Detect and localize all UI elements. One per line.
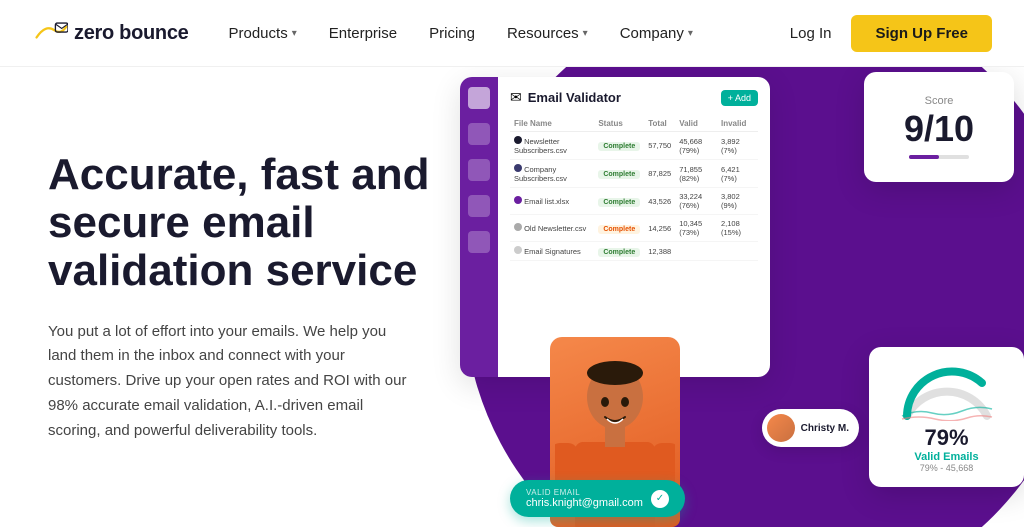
email-table: File Name Status Total Valid Invalid New…: [510, 116, 758, 261]
table-header: File Name Status Total Valid Invalid: [510, 116, 758, 132]
navbar: zero bounce Products ▾ Enterprise Pricin…: [0, 0, 1024, 67]
email-icon: ✉: [510, 89, 522, 106]
nav-pricing[interactable]: Pricing: [429, 25, 475, 42]
sidebar-icon-2: [468, 123, 490, 145]
hero-right: ✉ Email Validator + Add File Name Status…: [430, 67, 1024, 527]
score-bar: [909, 155, 969, 159]
sidebar-icon-1: [468, 87, 490, 109]
valid-email-label: VALID EMAIL: [526, 488, 643, 497]
hero-heading: Accurate, fast and secure email validati…: [48, 151, 430, 296]
score-value: 9/10: [904, 111, 974, 147]
gauge-percentage: 79%: [924, 425, 968, 451]
add-button[interactable]: + Add: [721, 90, 758, 106]
sidebar-icon-5: [468, 231, 490, 253]
score-bar-fill: [909, 155, 939, 159]
gauge-card: 79% Valid Emails 79% - 45,668: [869, 347, 1024, 487]
dashboard-title: Email Validator: [528, 90, 621, 105]
chevron-down-icon: ▾: [583, 28, 588, 39]
table-row: Company Subscribers.csv Complete 87,825 …: [510, 160, 758, 188]
table-row: Old Newsletter.csv Complete 14,256 10,34…: [510, 215, 758, 242]
nav-actions: Log In Sign Up Free: [790, 15, 992, 52]
login-button[interactable]: Log In: [790, 25, 832, 42]
chevron-down-icon: ▾: [688, 28, 693, 39]
table-body: Newsletter Subscribers.csv Complete 57,7…: [510, 132, 758, 261]
score-card: Score 9/10: [864, 72, 1014, 182]
gauge-detail: 79% - 45,668: [920, 463, 974, 473]
check-icon: ✓: [651, 490, 669, 508]
nav-resources[interactable]: Resources ▾: [507, 25, 588, 42]
col-total: Total: [644, 116, 675, 132]
col-filename: File Name: [510, 116, 594, 132]
col-invalid: Invalid: [717, 116, 758, 132]
nav-products[interactable]: Products ▾: [229, 25, 297, 42]
hero-left: Accurate, fast and secure email validati…: [0, 67, 430, 527]
col-status: Status: [594, 116, 644, 132]
gauge-chart: [897, 361, 997, 421]
gauge-subtitle: Valid Emails: [914, 451, 978, 463]
signup-button[interactable]: Sign Up Free: [851, 15, 992, 52]
avatar: [767, 414, 795, 442]
nav-company[interactable]: Company ▾: [620, 25, 693, 42]
dashboard-card: ✉ Email Validator + Add File Name Status…: [460, 77, 770, 377]
logo[interactable]: zero bounce: [32, 19, 189, 47]
table-row: Email Signatures Complete 12,388: [510, 242, 758, 261]
sidebar-icon-4: [468, 195, 490, 217]
table-row: Newsletter Subscribers.csv Complete 57,7…: [510, 132, 758, 160]
email-validation-badge: VALID EMAIL chris.knight@gmail.com ✓: [510, 480, 685, 517]
chevron-down-icon: ▾: [292, 28, 297, 39]
hero-section: Accurate, fast and secure email validati…: [0, 67, 1024, 527]
col-valid: Valid: [675, 116, 717, 132]
nav-links: Products ▾ Enterprise Pricing Resources …: [229, 25, 790, 42]
logo-text: zero bounce: [74, 22, 189, 45]
sidebar: [460, 77, 498, 377]
table-row: Email list.xlsx Complete 43,526 33,224 (…: [510, 188, 758, 215]
hero-subtext: You put a lot of effort into your emails…: [48, 320, 418, 444]
email-badge-email: chris.knight@gmail.com: [526, 497, 643, 509]
sidebar-icon-3: [468, 159, 490, 181]
nav-enterprise[interactable]: Enterprise: [329, 25, 397, 42]
profile-name: Christy M.: [801, 423, 849, 434]
dashboard-main: ✉ Email Validator + Add File Name Status…: [498, 77, 770, 273]
score-label: Score: [925, 95, 954, 107]
dashboard-header: ✉ Email Validator + Add: [510, 89, 758, 106]
profile-bubble: Christy M.: [762, 409, 859, 447]
